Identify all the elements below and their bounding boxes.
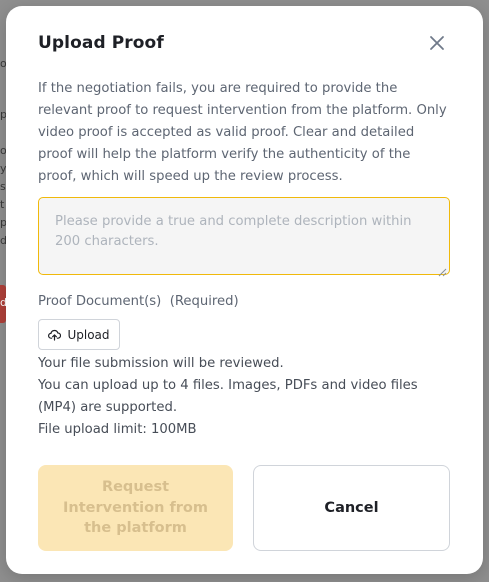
file-types-notice: You can upload up to 4 files. Images, PD… [38, 378, 418, 415]
upload-info: Your file submission will be reviewed. Y… [38, 353, 450, 441]
description-textarea[interactable] [39, 198, 449, 274]
review-notice: Your file submission will be reviewed. [38, 356, 284, 371]
background-text-fragment: t [0, 198, 5, 211]
close-icon [426, 32, 448, 54]
close-button[interactable] [426, 32, 448, 54]
file-size-limit: File upload limit: 100MB [38, 422, 197, 437]
proof-document-label: Proof Document(s) (Required) [38, 294, 239, 309]
upload-button[interactable]: Upload [38, 319, 120, 350]
upload-proof-dialog: Upload Proof If the negotiation fails, y… [6, 6, 483, 574]
cancel-button[interactable]: Cancel [253, 465, 450, 551]
upload-button-label: Upload [67, 327, 110, 342]
request-intervention-button[interactable]: Request Intervention from the platform [38, 465, 233, 551]
dialog-description: If the negotiation fails, you are requir… [38, 81, 447, 184]
dialog-title: Upload Proof [38, 33, 164, 53]
resize-grip-icon[interactable] [437, 262, 447, 277]
upload-cloud-icon [48, 329, 62, 341]
description-textarea-container [38, 197, 450, 277]
